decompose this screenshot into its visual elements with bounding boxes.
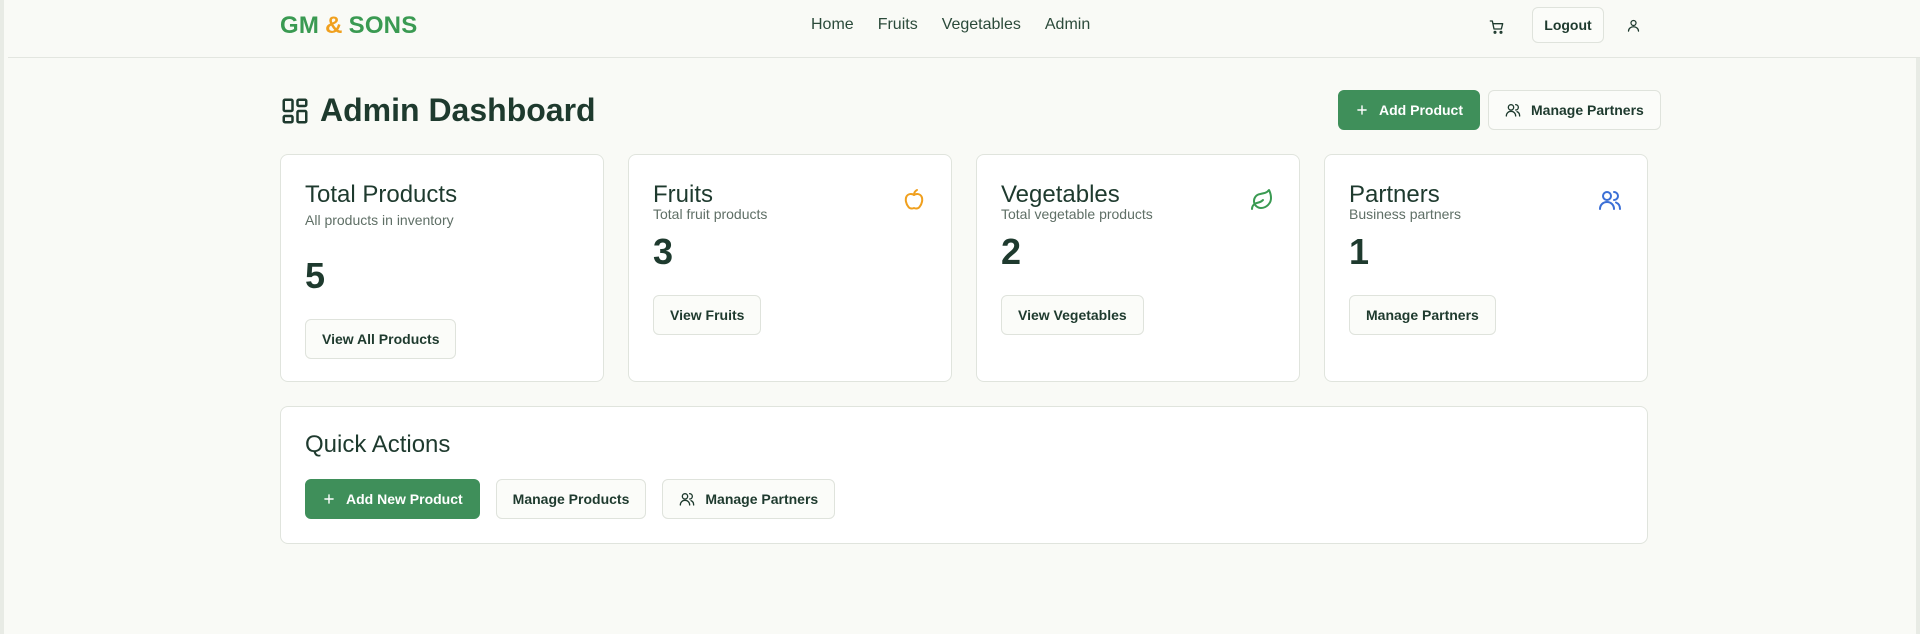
quick-actions-row: Add New Product Manage Products Manage P…: [305, 479, 836, 519]
card-subtitle: Total fruit products: [653, 206, 768, 222]
users-icon: [680, 493, 695, 506]
card-value: 1: [1349, 231, 1370, 272]
add-new-product-label: Add New Product: [346, 491, 463, 507]
page-title: Admin Dashboard: [320, 92, 596, 128]
add-product-label: Add Product: [1379, 102, 1463, 118]
add-product-button[interactable]: Add Product: [1338, 90, 1480, 130]
manage-products-label: Manage Products: [512, 491, 630, 507]
nav-home[interactable]: Home: [811, 16, 854, 34]
user-icon: [1627, 19, 1639, 32]
card-title: Fruits: [653, 181, 713, 208]
nav-admin[interactable]: Admin: [1045, 16, 1090, 34]
brand-logo[interactable]: GM & SONS: [280, 12, 417, 40]
card-subtitle: All products in inventory: [305, 212, 454, 228]
apple-icon: [901, 187, 927, 213]
nav-fruits[interactable]: Fruits: [878, 16, 918, 34]
view-vegetables-button[interactable]: View Vegetables: [1001, 295, 1144, 335]
card-title: Vegetables: [1001, 181, 1120, 208]
logo-ampersand: &: [325, 12, 343, 39]
page-header: Admin Dashboard: [280, 92, 596, 129]
card-subtitle: Total vegetable products: [1001, 206, 1153, 222]
users-icon: [1597, 187, 1623, 213]
card-partners: Partners Business partners 1 Manage Part…: [1324, 154, 1648, 382]
card-total-products: Total Products All products in inventory…: [280, 154, 604, 382]
card-title: Partners: [1349, 181, 1440, 208]
cart-icon: [1489, 20, 1504, 34]
manage-partners-button[interactable]: Manage Partners: [1488, 90, 1661, 130]
logout-button[interactable]: Logout: [1532, 7, 1604, 43]
app-frame: GM & SONS Home Fruits Vegetables Admin L…: [0, 0, 1920, 634]
logo-part-gm: GM: [280, 12, 320, 39]
card-subtitle: Business partners: [1349, 206, 1462, 222]
main-nav: Home Fruits Vegetables Admin: [811, 16, 1090, 34]
card-value: 2: [1001, 231, 1022, 272]
quick-actions-title: Quick Actions: [305, 431, 451, 458]
top-navbar: GM & SONS Home Fruits Vegetables Admin L…: [8, 0, 1920, 58]
plus-icon: [1357, 105, 1367, 115]
cart-button[interactable]: [1486, 16, 1508, 38]
manage-products-button[interactable]: Manage Products: [495, 479, 647, 519]
card-value: 3: [653, 231, 674, 272]
profile-button[interactable]: [1622, 14, 1644, 36]
dashboard-icon: [282, 98, 308, 123]
plus-icon: [324, 494, 334, 504]
quick-actions-panel: Quick Actions Add New Product Manage Pro…: [280, 406, 1648, 544]
view-fruits-button[interactable]: View Fruits: [653, 295, 762, 335]
card-vegetables: Vegetables Total vegetable products 2 Vi…: [976, 154, 1300, 382]
header-actions: Add Product Manage Partners: [1338, 90, 1661, 130]
quick-manage-partners-button[interactable]: Manage Partners: [662, 479, 836, 519]
nav-vegetables[interactable]: Vegetables: [942, 16, 1021, 34]
logo-part-sons: SONS: [348, 12, 418, 39]
card-manage-partners-button[interactable]: Manage Partners: [1349, 295, 1496, 335]
view-all-products-button[interactable]: View All Products: [305, 319, 457, 359]
leaf-icon: [1249, 187, 1275, 213]
card-value: 5: [305, 255, 326, 296]
card-fruits: Fruits Total fruit products 3 View Fruit…: [628, 154, 952, 382]
manage-partners-label: Manage Partners: [1531, 102, 1644, 118]
card-title: Total Products: [305, 181, 458, 208]
users-icon: [1505, 104, 1521, 117]
add-new-product-button[interactable]: Add New Product: [305, 479, 480, 519]
quick-manage-partners-label: Manage Partners: [705, 491, 819, 507]
